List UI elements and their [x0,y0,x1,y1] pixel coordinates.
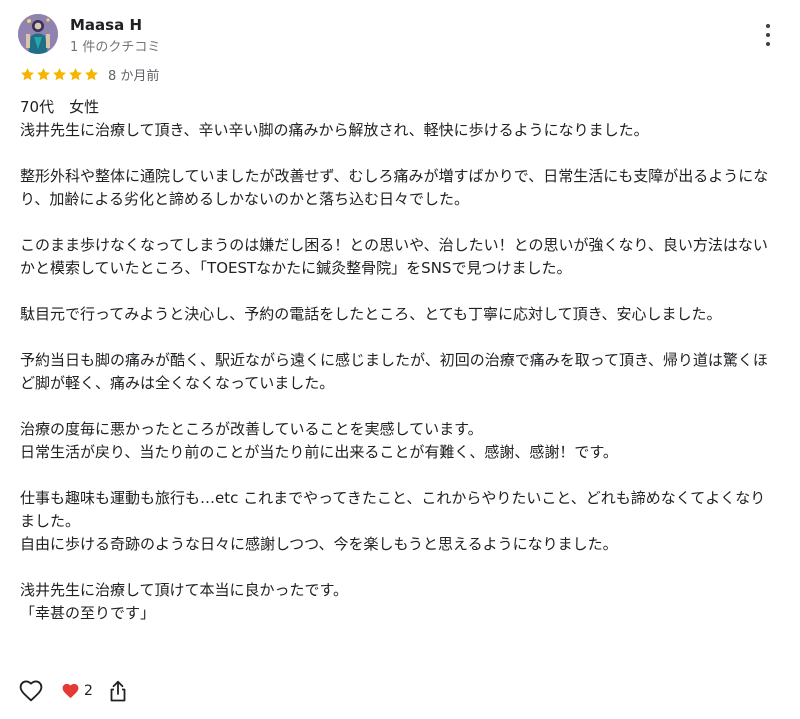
avatar-illustration-icon [18,14,58,54]
star-icon [37,67,50,80]
more-vertical-icon [766,24,770,28]
rating-row: 8 か月前 [20,66,160,84]
review-paragraph: 70代 女性 浅井先生に治療して頂き、辛い辛い脚の痛みから解放され、軽快に歩ける… [20,98,649,139]
star-icon [85,67,98,80]
review-date: 8 か月前 [108,68,160,84]
review-paragraph: 浅井先生に治療して頂けて本当に良かったです。 「幸甚の至りです」 [20,581,349,622]
more-options-button[interactable] [762,24,774,46]
review-paragraph: 治療の度毎に悪かったところが改善していることを実感しています。 日常生活が戻り、… [20,420,618,461]
review-paragraph: 仕事も趣味も運動も旅行も…etc これまでやってきたこと、これからやりたいこと、… [20,489,766,553]
reaction-count: 2 [84,683,93,699]
review-paragraph: このまま歩けなくなってしまうのは嫌だし困る！との思いや、治したい！との思いが強く… [20,236,768,277]
red-heart-icon [62,683,79,699]
review-header: Maasa H 1 件のクチコミ [18,14,782,58]
star-icon [53,67,66,80]
avatar[interactable] [18,14,58,54]
star-icon [69,67,82,80]
review-paragraph: 予約当日も脚の痛みが酷く、駅近ながら遠くに感じましたが、初回の治療で痛みを取って… [20,351,768,392]
reviewer-name[interactable]: Maasa H [70,16,142,34]
more-vertical-icon [766,33,770,37]
more-vertical-icon [766,42,770,46]
review-paragraph: 駄目元で行ってみようと決心し、予約の電話をしたところ、とても丁寧に応対して頂き、… [20,305,722,323]
star-rating [20,67,99,82]
review-text: 70代 女性 浅井先生に治療して頂き、辛い辛い脚の痛みから解放され、軽快に歩ける… [20,96,780,625]
review-paragraph: 整形外科や整体に通院していましたが改善せず、むしろ痛みが増すばかりで、日常生活に… [20,167,769,208]
star-icon [21,67,34,80]
reviewer-review-count: 1 件のクチコミ [70,40,161,55]
share-icon [110,680,126,702]
heart-outline-icon [19,680,43,702]
reaction-count-button[interactable]: 2 [62,683,93,699]
like-button[interactable] [18,678,44,704]
share-button[interactable] [107,679,129,703]
review-actions: 2 [18,677,129,705]
